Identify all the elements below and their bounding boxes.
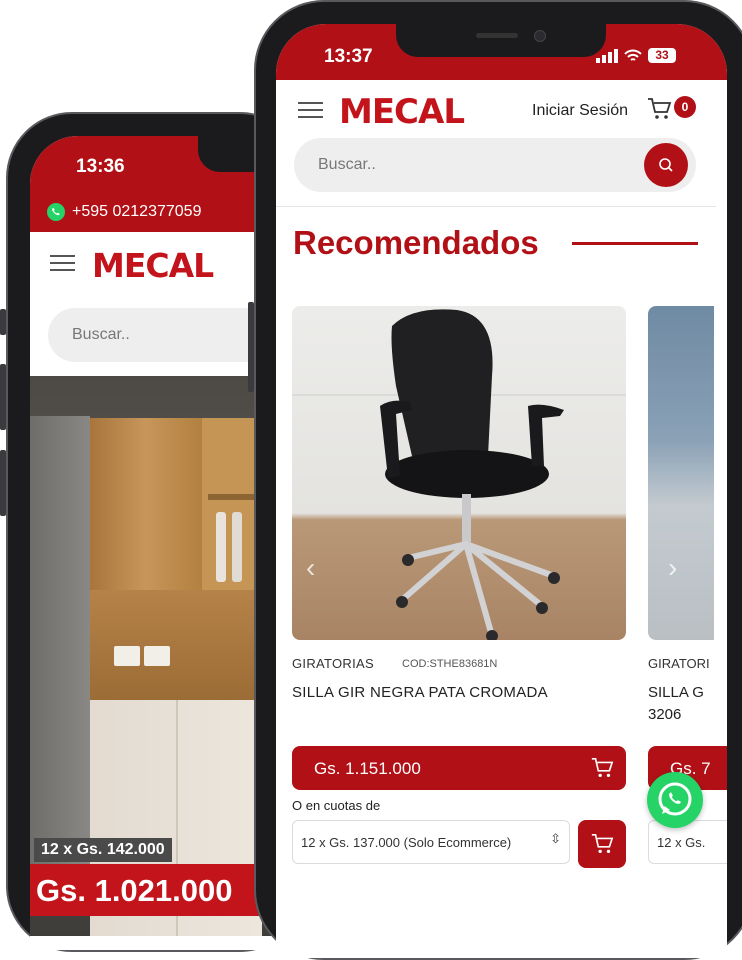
chevron-right-icon[interactable]: › — [668, 552, 677, 584]
signal-icon — [596, 48, 618, 63]
cart-icon — [591, 833, 614, 854]
installment-select[interactable]: 12 x Gs. 137.000 (Solo Ecommerce) ⇳ — [292, 820, 570, 864]
office-chair-illustration — [380, 309, 564, 640]
installment-option: 12 x Gs. 137.000 (Solo Ecommerce) — [301, 835, 512, 850]
product-name[interactable]: SILLA GIR NEGRA PATA CROMADA — [292, 684, 548, 701]
add-to-cart-price-button[interactable]: Gs. 1.151.000 — [292, 746, 626, 790]
search-input[interactable]: Buscar.. — [294, 138, 696, 192]
whatsapp-icon — [658, 782, 692, 816]
installment-cart-button[interactable] — [578, 820, 626, 868]
login-link[interactable]: Iniciar Sesión — [532, 102, 628, 120]
select-arrows-icon: ⇳ — [550, 831, 561, 846]
search-placeholder: Buscar.. — [318, 156, 376, 173]
search-placeholder: Buscar.. — [72, 326, 130, 343]
installment-option-2: 12 x Gs. — [657, 835, 706, 850]
mute-switch — [0, 309, 6, 335]
volume-up-button — [0, 364, 6, 430]
product-category-2: GIRATORI — [648, 656, 710, 671]
whatsapp-phone-link[interactable]: +595 0212377059 — [46, 202, 201, 222]
price-text: Gs. 1.021.000 — [36, 873, 233, 908]
status-icons: 33 — [596, 48, 676, 63]
hamburger-menu-icon[interactable] — [50, 250, 75, 276]
phone-number: +595 0212377059 — [72, 203, 202, 220]
open-shelf — [202, 418, 262, 590]
cart-icon — [648, 98, 672, 119]
installments-label: O en cuotas de — [292, 798, 381, 813]
installment-badge: 12 x Gs. 142.000 — [34, 838, 172, 862]
cart-count-badge: 0 — [674, 96, 696, 118]
notch — [396, 24, 606, 57]
title-underline — [572, 242, 698, 245]
divider — [276, 206, 716, 207]
hamburger-menu-icon[interactable] — [298, 97, 323, 123]
mecal-logo[interactable]: MECAL — [92, 246, 214, 285]
product-image-2[interactable]: › — [648, 306, 714, 640]
nav-bar: MECAL Iniciar Sesión 0 — [276, 80, 727, 140]
volume-down-button — [0, 450, 6, 516]
status-time: 13:36 — [76, 156, 125, 177]
section-title: Recomendados — [293, 224, 539, 261]
cart-button[interactable]: 0 — [646, 96, 696, 127]
mecal-logo[interactable]: MECAL — [339, 92, 465, 132]
product-name-2-line2: 3206 — [648, 706, 682, 723]
side-button — [248, 302, 254, 392]
wood-cabinet — [90, 418, 202, 590]
backsplash-wood — [90, 590, 262, 700]
product-code: COD:STHE83681N — [402, 658, 498, 670]
whatsapp-float-button[interactable] — [647, 772, 703, 828]
whatsapp-icon — [47, 203, 65, 221]
wifi-icon — [624, 49, 642, 61]
search-icon — [659, 158, 673, 172]
product-price: Gs. 1.151.000 — [314, 759, 421, 778]
product-image[interactable]: ‹ — [292, 306, 626, 640]
battery-level: 33 — [655, 48, 669, 62]
cart-icon — [591, 757, 614, 778]
fridge-shape — [30, 416, 90, 896]
status-bar: 13:37 33 — [276, 24, 727, 80]
battery-icon: 33 — [648, 48, 676, 63]
product-name-2-line1[interactable]: SILLA G — [648, 684, 704, 701]
status-time: 13:37 — [324, 46, 373, 67]
search-button[interactable] — [644, 143, 688, 187]
chevron-left-icon[interactable]: ‹ — [306, 552, 315, 584]
product-category: GIRATORIAS — [292, 656, 374, 671]
